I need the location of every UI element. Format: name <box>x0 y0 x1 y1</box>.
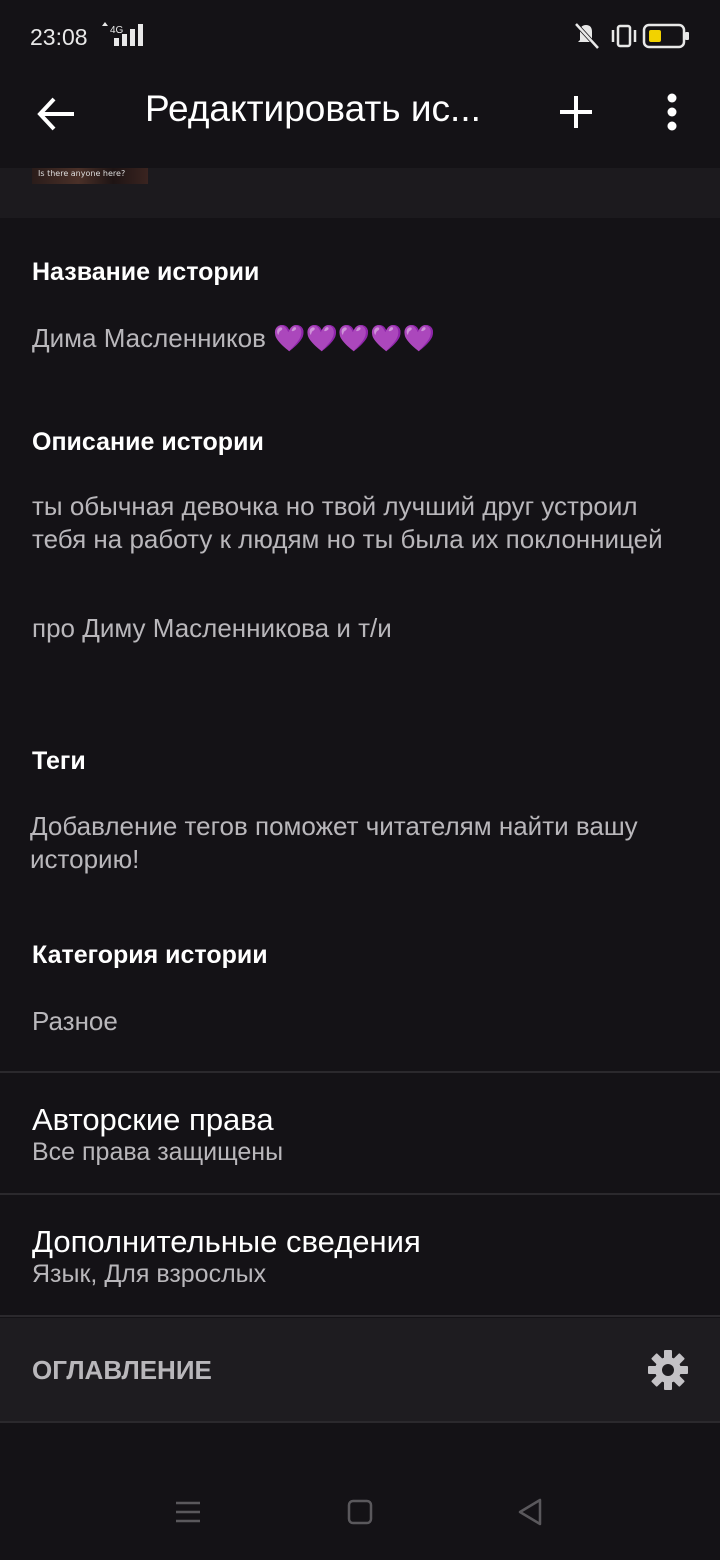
cover-section: Is there anyone here? <box>0 168 720 218</box>
story-title-value: Дима Масленников <box>32 323 266 353</box>
divider <box>0 1421 720 1423</box>
description-paragraph-1: ты обычная девочка но твой лучший друг у… <box>32 491 663 554</box>
system-navigation-bar <box>0 1470 720 1560</box>
tags-field[interactable]: Добавление тегов поможет читателям найти… <box>30 810 715 876</box>
status-icons <box>574 22 689 50</box>
additional-details-title: Дополнительные сведения <box>32 1224 421 1259</box>
top-app-bar: Редактировать ис... <box>0 72 720 168</box>
purple-heart-icons: 💜💜💜💜💜 <box>273 323 436 353</box>
description-paragraph-2: про Диму Масленникова и т/и <box>32 613 392 643</box>
status-time: 23:08 <box>30 24 88 50</box>
copyright-value: Все права защищены <box>32 1138 284 1166</box>
divider <box>0 1193 720 1195</box>
back-triangle-icon[interactable] <box>510 1494 550 1530</box>
table-of-contents-header: ОГЛАВЛЕНИЕ <box>0 1318 720 1422</box>
category-value[interactable]: Разное <box>32 1005 702 1038</box>
story-title-field[interactable]: Дима Масленников 💜💜💜💜💜 <box>32 322 702 355</box>
home-square-icon[interactable] <box>340 1494 380 1530</box>
arrow-left-icon[interactable] <box>32 90 80 138</box>
tags-label: Теги <box>32 747 86 775</box>
story-title-label: Название истории <box>32 258 260 286</box>
network-type-label: 4G <box>110 25 124 36</box>
table-of-contents-label: ОГЛАВЛЕНИЕ <box>32 1355 212 1385</box>
copyright-title: Авторские права <box>32 1102 274 1137</box>
additional-details-value: Язык, Для взрослых <box>32 1260 267 1288</box>
plus-icon[interactable] <box>552 88 600 136</box>
story-description-field[interactable]: ты обычная девочка но твой лучший друг у… <box>32 490 672 645</box>
divider <box>0 1071 720 1073</box>
copyright-row[interactable]: Авторские права Все права защищены <box>0 1098 720 1218</box>
status-bar: 23:08 4G <box>0 0 720 72</box>
vibrate-icon <box>611 24 637 48</box>
cover-image[interactable]: Is there anyone here? <box>32 168 148 184</box>
cover-caption: Is there anyone here? <box>38 169 126 178</box>
more-vertical-icon[interactable] <box>648 88 696 136</box>
menu-icon[interactable] <box>168 1494 208 1530</box>
gear-icon[interactable] <box>646 1348 690 1392</box>
story-description-label: Описание истории <box>32 428 264 456</box>
network-signal-icon: 4G <box>102 22 143 46</box>
divider <box>0 1315 720 1317</box>
category-label: Категория истории <box>32 941 268 969</box>
mute-icon <box>574 22 600 50</box>
page-title: Редактировать ис... <box>145 88 481 129</box>
battery-icon <box>642 23 689 49</box>
